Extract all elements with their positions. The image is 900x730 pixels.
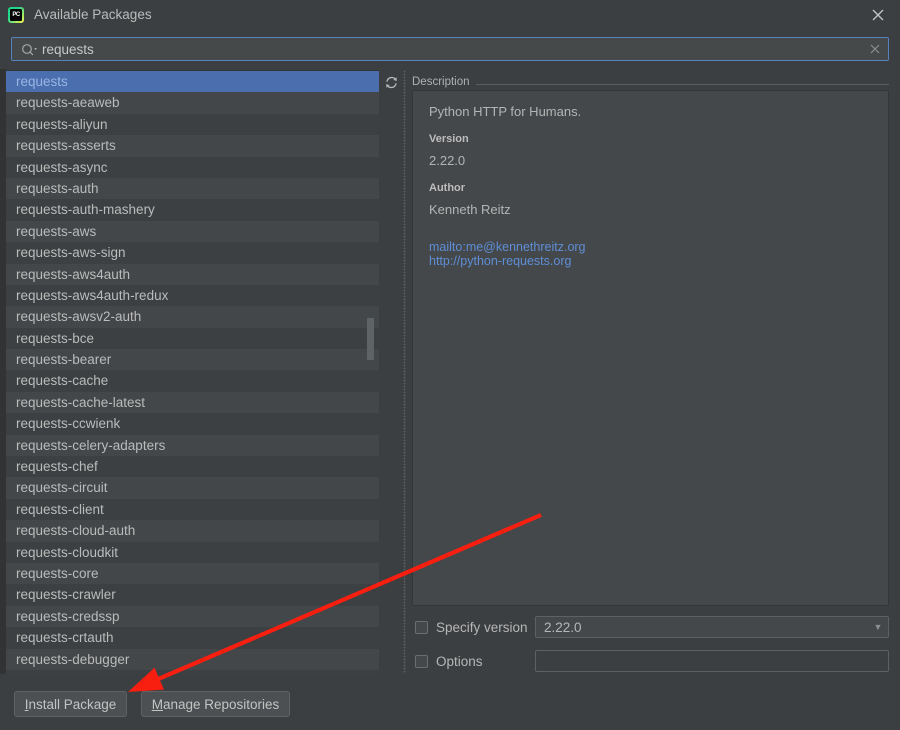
package-list-item[interactable]: requests-circuit [6, 477, 379, 499]
options-input[interactable] [535, 650, 889, 672]
package-list-item[interactable]: requests-bce [6, 327, 379, 350]
package-list-item[interactable]: requests-crawler [6, 584, 379, 606]
chevron-down-icon[interactable]: ▼ [868, 622, 888, 632]
package-list-item[interactable]: requests-awsv2-auth [6, 306, 379, 328]
options-checkbox[interactable] [415, 654, 428, 668]
package-list-item[interactable]: requests-auth-mashery [6, 199, 379, 221]
package-list-item[interactable]: requests [6, 71, 379, 93]
author-value: Kenneth Reitz [429, 202, 511, 217]
specify-version-checkbox[interactable] [415, 620, 428, 634]
clear-icon[interactable] [862, 38, 888, 60]
pycharm-icon: PC [8, 6, 24, 23]
package-list-scrollbar[interactable] [365, 70, 375, 674]
package-list-item[interactable]: requests-aws4auth-redux [6, 284, 379, 307]
options-label: Options [436, 653, 483, 669]
package-list-item[interactable]: requests-asserts [6, 135, 379, 157]
refresh-icon[interactable] [381, 72, 401, 92]
package-list-item[interactable]: requests-cloud-auth [6, 520, 379, 542]
package-list-item[interactable]: requests-cloudkit [6, 541, 379, 563]
search-field[interactable] [11, 37, 889, 61]
description-link[interactable]: mailto:me@kennethreitz.org [429, 240, 872, 255]
package-list-item[interactable]: requests-aws-sign [6, 242, 379, 264]
package-list-item[interactable]: requests-core [6, 562, 379, 585]
package-list-item[interactable]: requests-ccwienk [6, 413, 379, 435]
panel-splitter[interactable] [402, 70, 407, 674]
package-list-item[interactable]: requests-auth [6, 177, 379, 200]
package-list[interactable]: requests requests-aeaweb requests-aliyun re… [6, 70, 379, 674]
manage-repositories-button[interactable]: Manage Repositories [141, 691, 290, 717]
package-list-item[interactable]: requests-aws [6, 220, 379, 243]
package-list-item[interactable]: requests-credssp [6, 605, 379, 628]
close-icon[interactable] [856, 0, 900, 29]
package-list-item[interactable]: requests-aeaweb [6, 92, 379, 114]
window-title: Available Packages [34, 7, 152, 22]
package-list-item[interactable]: requests-bearer [6, 349, 379, 371]
package-list-item[interactable]: requests-cache-latest [6, 391, 379, 414]
scrollbar-thumb[interactable] [367, 318, 374, 360]
description-legend: Description [412, 76, 476, 88]
package-list-item[interactable]: requests-debugger [6, 648, 379, 670]
package-list-item[interactable]: requests-chef [6, 456, 379, 478]
manage-button-mnemonic: M [151, 696, 163, 712]
description-panel: Description Python HTTP for Humans. Vers… [412, 76, 889, 606]
version-combobox-value: 2.22.0 [544, 619, 582, 635]
specify-version-row: Specify version 2.22.0 ▼ [415, 616, 889, 638]
package-list-item[interactable]: requests-client [6, 498, 379, 521]
install-button-label: nstall Package [28, 696, 117, 712]
version-value: 2.22.0 [429, 153, 466, 168]
version-combobox[interactable]: 2.22.0 ▼ [535, 616, 889, 638]
pycharm-icon-label: PC [10, 8, 22, 21]
splitter-grip [403, 70, 406, 674]
package-list-item[interactable]: requests-async [6, 156, 379, 178]
package-list-item[interactable]: requests-aws4auth [6, 263, 379, 285]
description-link[interactable]: http://python-requests.org [429, 254, 872, 269]
package-list-item[interactable]: requests-crtauth [6, 627, 379, 649]
title-bar: PC Available Packages [0, 0, 900, 29]
search-input[interactable] [40, 38, 862, 60]
available-packages-dialog: PC Available Packages requestsrequests-a… [0, 0, 900, 730]
version-label: Version [429, 133, 469, 145]
manage-button-label: anage Repositories [162, 696, 280, 712]
package-list-item[interactable]: requests-aliyun [6, 113, 379, 136]
package-list-item[interactable]: requests-cache [6, 370, 379, 392]
author-label: Author [429, 182, 466, 194]
description-links: mailto:me@kennethreitz.org http://python-… [429, 240, 872, 269]
search-icon[interactable] [12, 38, 40, 60]
install-package-button[interactable]: Install Package [14, 691, 127, 717]
specify-version-label: Specify version [436, 619, 528, 635]
options-row: Options [415, 650, 889, 672]
package-list-item[interactable]: requests-celery-adapters [6, 434, 379, 457]
description-content: Python HTTP for Humans. Version 2.22.0 A… [412, 90, 889, 606]
package-summary: Python HTTP for Humans. [429, 104, 582, 119]
